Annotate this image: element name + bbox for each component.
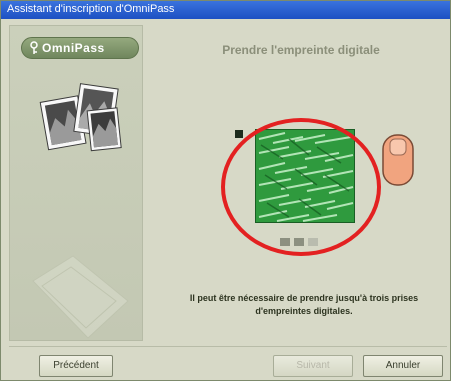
finger-icon — [382, 134, 414, 186]
omnipass-logo: OmniPass — [21, 37, 139, 59]
title-bar: Assistant d'inscription d'OmniPass — [1, 1, 450, 19]
instruction-line-2: d'empreintes digitales. — [255, 306, 353, 316]
page-title: Prendre l'empreinte digitale — [222, 43, 380, 57]
sidebar-decoration — [32, 255, 129, 339]
window: Assistant d'inscription d'OmniPass OmniP… — [0, 0, 451, 381]
scan-indicator — [235, 130, 243, 138]
sidebar — [9, 25, 143, 341]
cancel-button[interactable]: Annuler — [363, 355, 443, 377]
previous-button[interactable]: Précédent — [39, 355, 113, 377]
photos-icon — [39, 83, 122, 152]
next-button[interactable]: Suivant — [273, 355, 353, 377]
highlight-circle — [221, 118, 381, 256]
instruction-line-1: Il peut être nécessaire de prendre jusqu… — [189, 293, 419, 303]
key-icon — [30, 41, 38, 54]
instruction-message: Il peut être nécessaire de prendre jusqu… — [159, 292, 449, 318]
window-title: Assistant d'inscription d'OmniPass — [7, 3, 175, 15]
logo-text: OmniPass — [42, 41, 105, 55]
